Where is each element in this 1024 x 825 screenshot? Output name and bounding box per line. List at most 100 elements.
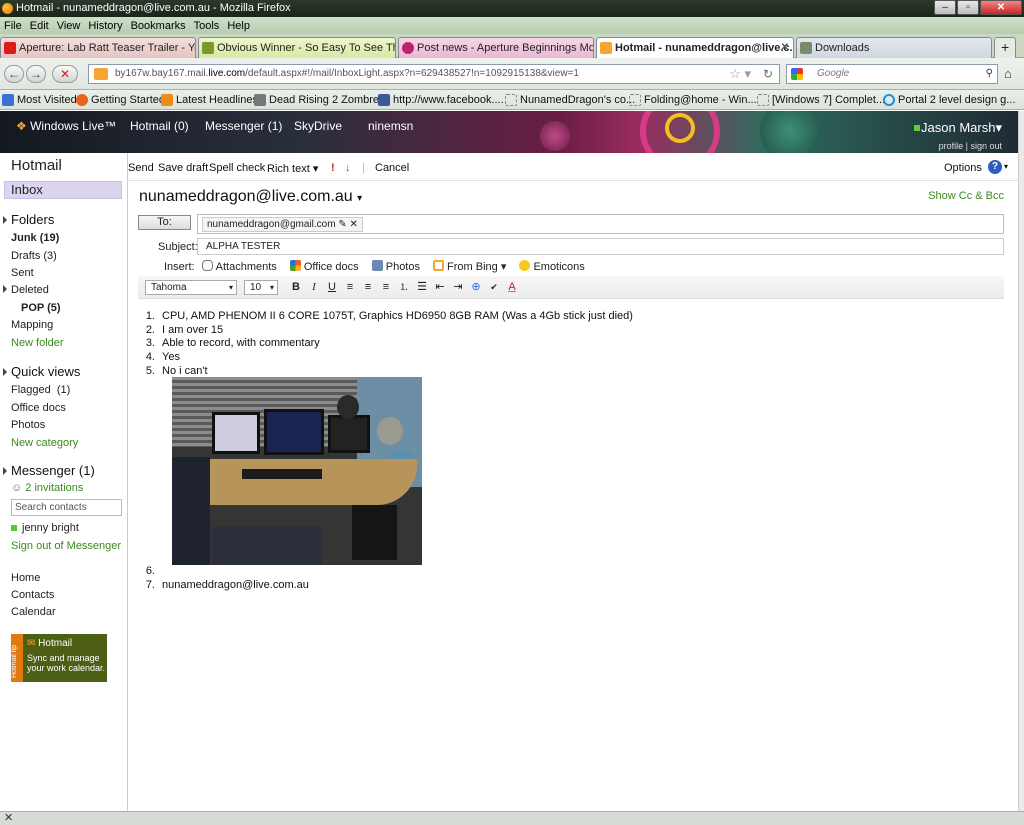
- to-field[interactable]: nunameddragon@gmail.com ✎ ✕: [197, 214, 1004, 234]
- maximize-button[interactable]: ▫: [957, 0, 979, 15]
- quick-view-photos[interactable]: Photos: [11, 419, 45, 431]
- help-dropdown-icon[interactable]: ▾: [1004, 162, 1008, 171]
- quick-view-office-docs[interactable]: Office docs: [11, 402, 66, 414]
- google-icon[interactable]: [791, 68, 803, 80]
- sign-out-link[interactable]: sign out: [970, 141, 1002, 151]
- spell-check-button[interactable]: Spell check: [209, 162, 265, 174]
- high-importance-icon[interactable]: !: [331, 162, 335, 174]
- stop-button[interactable]: ✕: [52, 65, 78, 83]
- home-icon[interactable]: ⌂: [1004, 66, 1012, 81]
- to-button[interactable]: To:: [138, 215, 191, 230]
- folder-inbox[interactable]: Inbox: [4, 181, 122, 199]
- folder-mapping[interactable]: Mapping: [11, 319, 53, 331]
- invitations-link[interactable]: ☺ 2 invitations: [11, 482, 83, 494]
- quick-view-flagged[interactable]: Flagged (1): [11, 384, 70, 396]
- new-category-link[interactable]: New category: [11, 437, 78, 449]
- menu-tools[interactable]: Tools: [190, 20, 224, 32]
- folder-junk[interactable]: Junk (19): [11, 232, 59, 244]
- bookmark-most-visited[interactable]: Most Visited: [2, 93, 77, 107]
- font-color-button[interactable]: A: [505, 280, 519, 294]
- tab-obvious-winner[interactable]: Obvious Winner - So Easy To See Th...: [198, 37, 396, 58]
- folder-pop[interactable]: POP (5): [21, 302, 61, 314]
- close-window-button[interactable]: ✕: [980, 0, 1022, 15]
- spell-check-icon[interactable]: ✔: [487, 280, 501, 294]
- bookmark-facebook[interactable]: http://www.facebook....: [378, 93, 504, 107]
- contact-jenny-bright[interactable]: jenny bright: [11, 522, 79, 534]
- menu-edit[interactable]: Edit: [26, 20, 53, 32]
- italic-button[interactable]: I: [307, 280, 321, 294]
- menu-help[interactable]: Help: [223, 20, 254, 32]
- hotmail-tip-ad[interactable]: Hotmail tip ✉ Hotmail Sync and manage yo…: [11, 634, 107, 682]
- folders-header[interactable]: Folders: [3, 212, 54, 227]
- menu-file[interactable]: File: [0, 20, 26, 32]
- decrease-indent-icon[interactable]: ⇤: [433, 280, 447, 294]
- profile-link[interactable]: profile: [939, 141, 964, 151]
- forward-button[interactable]: →: [26, 65, 46, 83]
- url-bar[interactable]: by167w.bay167.mail.live.com/default.aspx…: [88, 64, 780, 84]
- align-right-icon[interactable]: ≡: [379, 280, 393, 294]
- nav-home[interactable]: Home: [11, 572, 40, 584]
- nav-calendar[interactable]: Calendar: [11, 606, 56, 618]
- numbered-list-icon[interactable]: ⒈: [397, 280, 411, 294]
- bookmark-latest-headlines[interactable]: Latest Headlines: [161, 93, 258, 107]
- insert-emoticons[interactable]: Emoticons: [519, 260, 585, 273]
- menu-view[interactable]: View: [53, 20, 85, 32]
- search-bar[interactable]: Google ⚲: [786, 64, 998, 84]
- nav-hotmail[interactable]: Hotmail (0): [130, 119, 189, 133]
- embedded-desk-photo[interactable]: [172, 377, 422, 565]
- send-button[interactable]: Send: [128, 162, 154, 174]
- close-tab-icon[interactable]: ✕: [781, 38, 789, 58]
- tab-post-news[interactable]: Post news - Aperture Beginnings Mo...: [398, 37, 594, 58]
- bookmark-dead-rising[interactable]: Dead Rising 2 Zombre...: [254, 93, 388, 107]
- edit-pencil-icon[interactable]: ✎: [338, 219, 346, 230]
- search-icon[interactable]: ⚲: [986, 65, 993, 83]
- tab-downloads[interactable]: Downloads: [796, 37, 992, 58]
- user-menu[interactable]: Jason Marsh▾: [921, 120, 1002, 136]
- cancel-button[interactable]: Cancel: [375, 162, 409, 174]
- menu-bookmarks[interactable]: Bookmarks: [127, 20, 190, 32]
- bold-button[interactable]: B: [289, 280, 303, 294]
- recipient-token[interactable]: nunameddragon@gmail.com ✎ ✕: [202, 217, 363, 232]
- rich-text-dropdown[interactable]: Rich text ▾: [267, 162, 318, 175]
- tab-hotmail[interactable]: Hotmail - nunameddragon@live.c... ✕: [596, 37, 794, 59]
- menu-history[interactable]: History: [84, 20, 126, 32]
- from-selector[interactable]: nunameddragon@live.com.au ▾: [139, 188, 362, 206]
- messenger-header[interactable]: Messenger (1): [3, 463, 95, 478]
- nav-contacts[interactable]: Contacts: [11, 589, 54, 601]
- bookmark-folding-at-home[interactable]: Folding@home - Win...: [629, 93, 757, 107]
- underline-button[interactable]: U: [325, 280, 339, 294]
- back-button[interactable]: ←: [4, 65, 24, 83]
- options-button[interactable]: Options: [944, 162, 982, 174]
- bookmark-portal2[interactable]: Portal 2 level design g...: [883, 93, 1015, 107]
- insert-photos[interactable]: Photos: [371, 260, 420, 273]
- insert-link-icon[interactable]: ⊕: [469, 280, 483, 294]
- align-left-icon[interactable]: ≡: [343, 280, 357, 294]
- nav-ninemsn[interactable]: ninemsn: [368, 119, 413, 133]
- page-scrollbar[interactable]: [1018, 111, 1024, 811]
- nav-skydrive[interactable]: SkyDrive: [294, 119, 342, 133]
- new-tab-button[interactable]: +: [994, 37, 1016, 58]
- remove-recipient-icon[interactable]: ✕: [350, 219, 358, 230]
- folder-drafts[interactable]: Drafts (3): [11, 250, 57, 262]
- bookmark-windows7[interactable]: [Windows 7] Complet...: [757, 93, 885, 107]
- font-size-select[interactable]: 10 ▾: [244, 280, 278, 295]
- folder-sent[interactable]: Sent: [11, 267, 34, 279]
- bookmark-getting-started[interactable]: Getting Started: [76, 93, 165, 107]
- windows-live-logo[interactable]: ❖ Windows Live™: [16, 119, 116, 133]
- increase-indent-icon[interactable]: ⇥: [451, 280, 465, 294]
- minimize-button[interactable]: ‒: [934, 0, 956, 15]
- bookmark-star-icon[interactable]: ☆ ▾: [729, 65, 751, 83]
- close-statusbar-icon[interactable]: ✕: [4, 812, 13, 824]
- hotmail-title[interactable]: Hotmail: [11, 157, 62, 174]
- quick-views-header[interactable]: Quick views: [3, 364, 80, 379]
- insert-attachments[interactable]: Attachments: [201, 260, 277, 273]
- nav-messenger[interactable]: Messenger (1): [205, 119, 282, 133]
- search-contacts-input[interactable]: Search contacts: [11, 499, 122, 516]
- new-folder-link[interactable]: New folder: [11, 337, 64, 349]
- insert-office-docs[interactable]: Office docs: [289, 260, 359, 273]
- insert-from-bing[interactable]: From Bing ▾: [433, 260, 506, 273]
- show-cc-bcc-link[interactable]: Show Cc & Bcc: [928, 190, 1004, 202]
- save-draft-button[interactable]: Save draft: [158, 162, 208, 174]
- align-center-icon[interactable]: ≡: [361, 280, 375, 294]
- font-family-select[interactable]: Tahoma ▾: [145, 280, 237, 295]
